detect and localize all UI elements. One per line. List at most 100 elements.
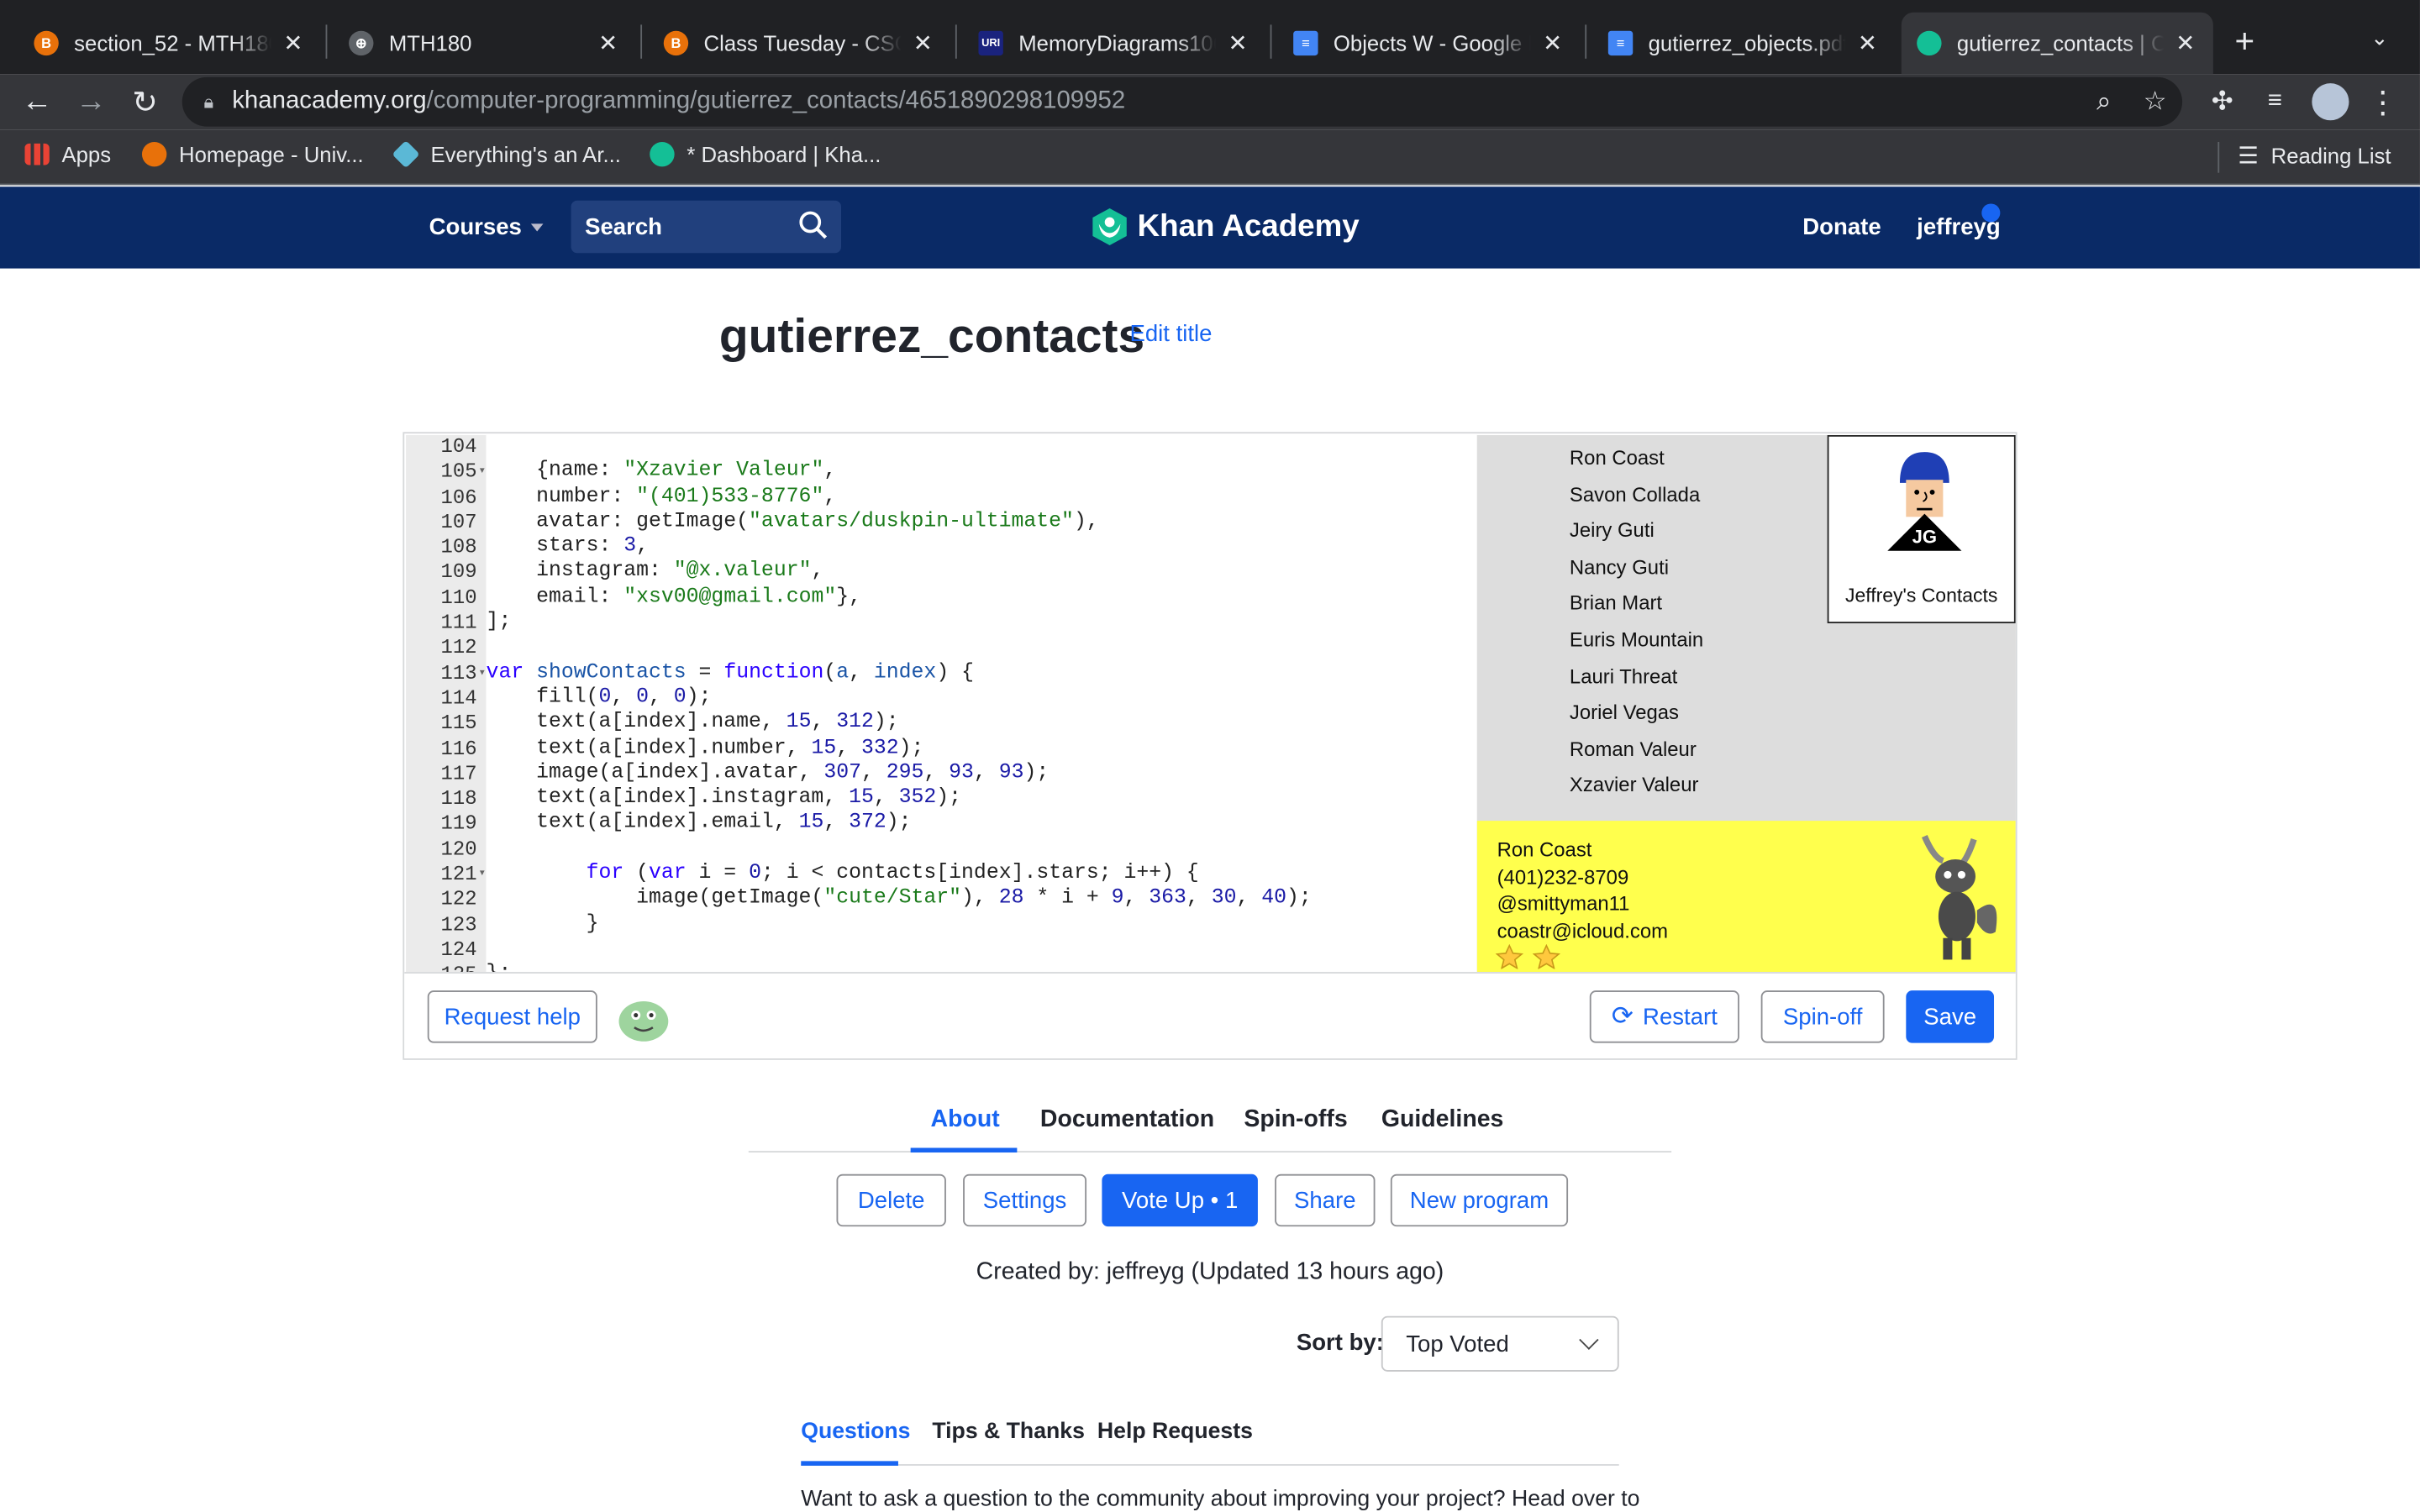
address-bar[interactable]: 🔒︎ khanacademy.org/computer-programming/… [182, 76, 2183, 127]
extensions-icon[interactable]: ✣ [2201, 81, 2244, 123]
spinoff-button[interactable]: Spin-off [1760, 990, 1885, 1043]
vote-up-button[interactable]: Vote Up • 1 [1102, 1173, 1258, 1227]
line-number: 118 [440, 787, 477, 811]
delete-button[interactable]: Delete [836, 1173, 946, 1227]
forward-icon[interactable]: → [70, 81, 113, 123]
close-tab-icon[interactable]: ✕ [281, 29, 305, 57]
tab-title: gutierrez_objects.pdf [1648, 30, 1846, 56]
settings-button[interactable]: Settings [963, 1173, 1087, 1227]
menu-kebab-icon[interactable]: ⋮ [2361, 81, 2404, 123]
line-number: 119 [440, 811, 477, 836]
line-number: 112 [440, 636, 477, 659]
bookmark-label: Apps [61, 141, 112, 167]
tab-tips-thanks[interactable]: Tips & Thanks [932, 1420, 1085, 1444]
google-docs-icon: ≡ [1293, 30, 1318, 56]
tab-about[interactable]: About [931, 1106, 1000, 1134]
line-number: 111 [440, 611, 477, 635]
duskpin-avatar-icon [1921, 835, 1997, 960]
donate-link[interactable]: Donate [1802, 214, 1881, 240]
sort-select[interactable]: Top Voted [1381, 1315, 1619, 1372]
search-placeholder: Search [585, 213, 663, 240]
card-label: Jeffrey's Contacts [1845, 585, 1998, 606]
star-icon [1532, 944, 1560, 969]
contact-names-list: Ron Coast Savon Collada Jeiry Guti Nancy Gu… [1570, 439, 1703, 803]
tab-questions[interactable]: Questions [801, 1420, 910, 1444]
contact-list-name: Nancy Guti [1569, 554, 1670, 579]
bookmark-favicon-icon [392, 140, 420, 169]
edit-title-link[interactable]: Edit title [1129, 321, 1212, 347]
profile-avatar[interactable] [2312, 83, 2349, 121]
new-program-button[interactable]: New program [1390, 1173, 1569, 1227]
line-number: 123 [440, 912, 477, 937]
media-queue-icon[interactable]: ≡ [2254, 81, 2296, 123]
tab-title: gutierrez_contacts | C [1956, 30, 2165, 56]
browser-tab-gutierrez-contacts[interactable]: gutierrez_contacts | C ✕ [1901, 12, 2213, 75]
contact-list-name: Xzavier Valeur [1569, 773, 1699, 797]
code-editor[interactable]: {name: "Xzavier Valeur", number: "(401)5… [486, 434, 1477, 973]
tab-favicon-icon: B [663, 30, 689, 56]
rating-stars [1495, 944, 1560, 969]
close-tab-icon[interactable]: ✕ [2173, 29, 2197, 57]
tab-spinoffs[interactable]: Spin-offs [1244, 1106, 1347, 1134]
bookmark-homepage[interactable]: Homepage - Univ... [141, 141, 364, 167]
avatar-initials: JG [1912, 527, 1937, 548]
new-tab-icon[interactable]: + [2235, 22, 2255, 62]
contact-instagram: @smittyman11 [1497, 891, 1630, 916]
search-input[interactable]: Search [571, 200, 842, 254]
tab-help-requests[interactable]: Help Requests [1097, 1420, 1253, 1444]
browser-tab-section52[interactable]: B section_52 - MTH180 ✕ [18, 13, 321, 74]
tab-documentation[interactable]: Documentation [1040, 1106, 1214, 1134]
restart-label: Restart [1643, 1003, 1718, 1030]
save-button[interactable]: Save [1906, 990, 1995, 1043]
close-tab-icon[interactable]: ✕ [1540, 29, 1565, 57]
request-help-button[interactable]: Request help [427, 990, 597, 1043]
code-line: image(a[index].avatar, 307, 295, 93, 93)… [486, 762, 1050, 785]
program-info-tabs: About Documentation Spin-offs Guidelines [748, 1089, 1672, 1153]
restart-button[interactable]: ⟳ Restart [1589, 990, 1739, 1043]
search-icon[interactable] [798, 210, 829, 241]
notification-badge [1981, 203, 2001, 223]
khan-academy-logo[interactable]: Khan Academy [1092, 207, 1360, 247]
contact-name: Ron Coast [1497, 837, 1592, 861]
browser-tab-objects-pdf[interactable]: ≡ gutierrez_objects.pdf ✕ [1592, 13, 1895, 74]
code-line: stars: 3, [486, 535, 650, 559]
reload-icon[interactable]: ↻ [124, 81, 166, 123]
browser-tab-objects-doc[interactable]: ≡ Objects W - Google D ✕ [1278, 13, 1581, 74]
tab-search-chevron-icon[interactable]: ⌄ [2370, 24, 2389, 50]
code-line: text(a[index].email, 15, 372); [486, 811, 912, 836]
bookmark-favicon-icon [141, 141, 167, 167]
back-icon[interactable]: ← [15, 81, 58, 123]
bookmark-dashboard[interactable]: * Dashboard | Kha... [650, 141, 881, 167]
bookmark-label: Homepage - Univ... [179, 141, 364, 167]
bookmark-everythings-an-array[interactable]: Everything's an Ar... [392, 140, 621, 169]
close-tab-icon[interactable]: ✕ [596, 29, 620, 57]
close-tab-icon[interactable]: ✕ [1225, 29, 1249, 57]
courses-menu[interactable]: Courses [429, 214, 544, 241]
reading-list-label: Reading List [2270, 143, 2391, 169]
line-number: 113 [406, 661, 487, 686]
tab-favicon-icon: URI [978, 30, 1003, 56]
share-button[interactable]: Share [1275, 1173, 1376, 1227]
browser-tab-mth180[interactable]: ⊕ MTH180 ✕ [334, 13, 636, 74]
close-tab-icon[interactable]: ✕ [911, 29, 935, 57]
browser-tab-memorydiagrams[interactable]: URI MemoryDiagrams106 ✕ [963, 13, 1265, 74]
bookmark-star-icon[interactable]: ☆ [2144, 77, 2167, 127]
star-icon [1495, 944, 1523, 969]
line-number: 124 [440, 937, 477, 962]
program-output-canvas[interactable]: Ron Coast Savon Collada Jeiry Guti Nancy Gu… [1476, 434, 2016, 973]
contact-list-name: Euris Mountain [1569, 627, 1704, 652]
tab-favicon-icon: B [34, 30, 59, 56]
line-number: 121 [406, 863, 487, 888]
browser-tab-class-tuesday[interactable]: B Class Tuesday - CSC1 ✕ [648, 13, 950, 74]
reading-list-button[interactable]: ☰ Reading List [2238, 142, 2391, 170]
zoom-icon[interactable]: ⌕ [2096, 77, 2112, 127]
bookmark-apps[interactable]: Apps [24, 142, 111, 166]
tab-guidelines[interactable]: Guidelines [1381, 1106, 1504, 1134]
code-line: text(a[index].name, 15, 312); [486, 711, 899, 735]
close-tab-icon[interactable]: ✕ [1855, 29, 1880, 57]
tab-title: MemoryDiagrams106 [1018, 30, 1217, 56]
